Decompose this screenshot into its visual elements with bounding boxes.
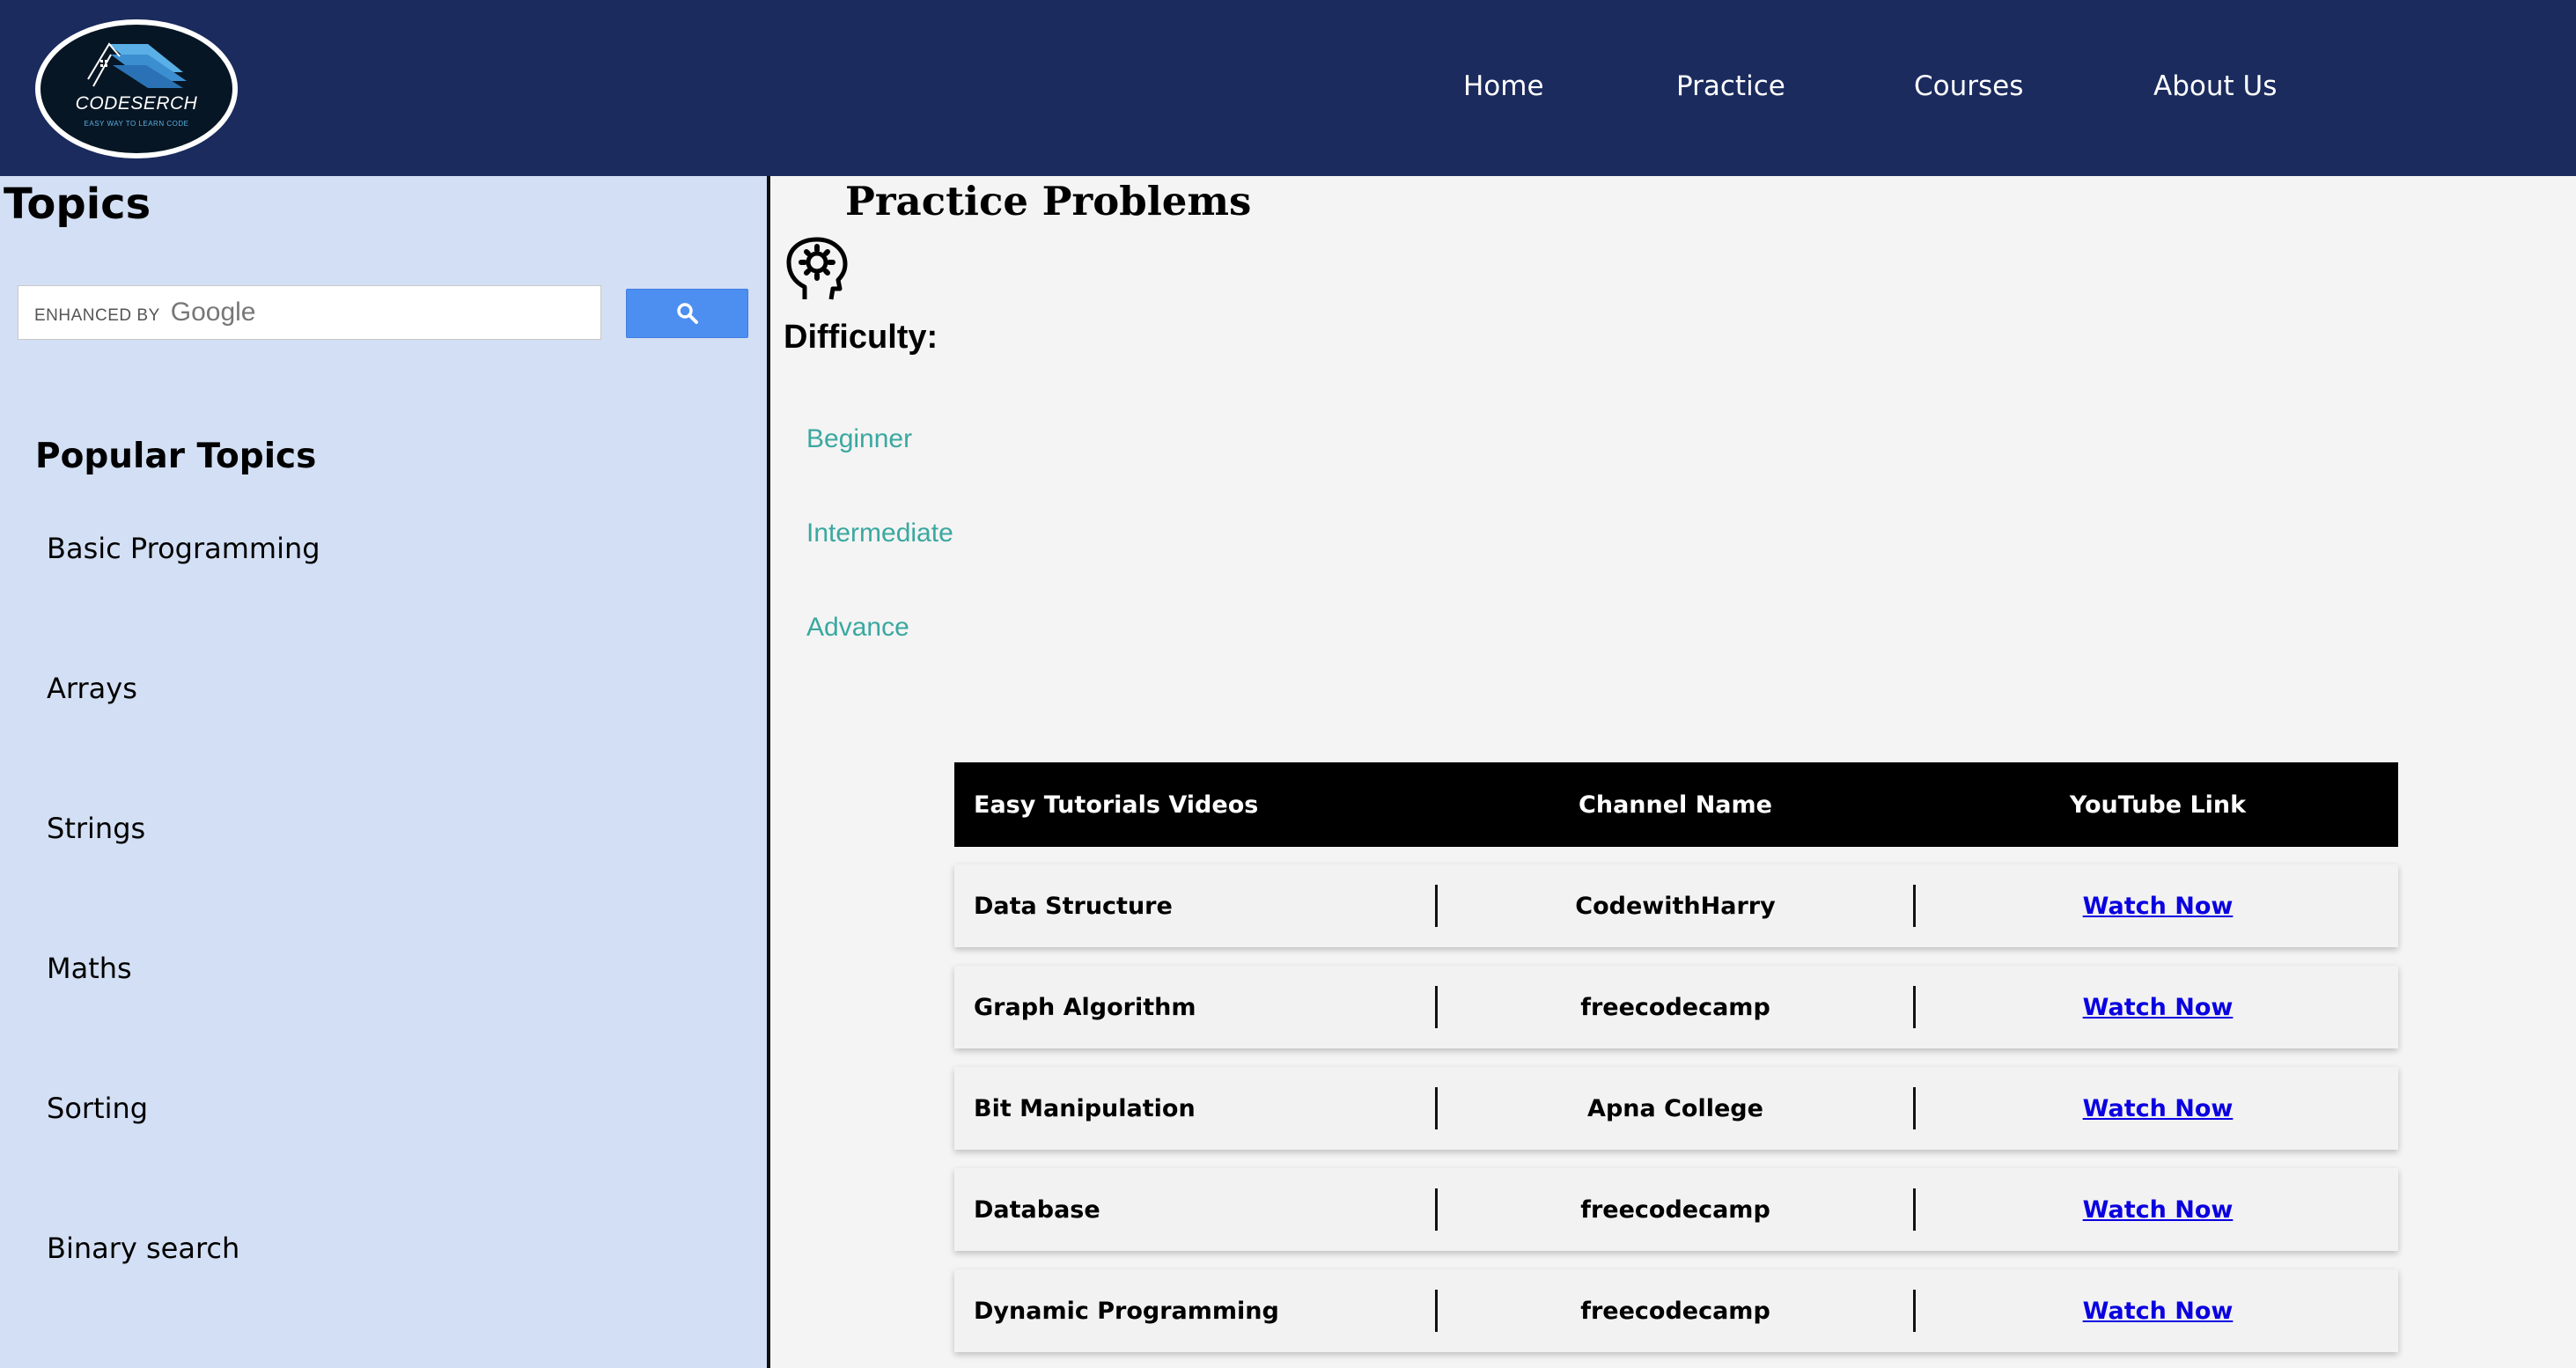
row-topic: Bit Manipulation [974, 1094, 1196, 1122]
row-channel: freecodecamp [1435, 1188, 1916, 1231]
logo-name: CODESERCH [75, 93, 198, 114]
nav-courses[interactable]: Courses [1914, 70, 2023, 102]
table-row: Bit Manipulation Apna College Watch Now [954, 1067, 2398, 1150]
row-link-cell: Watch Now [1917, 966, 2398, 1048]
topic-maths[interactable]: Maths [47, 952, 132, 985]
brain-gear-icon [786, 237, 848, 300]
level-beginner[interactable]: Beginner [806, 424, 912, 454]
topic-sorting[interactable]: Sorting [47, 1092, 148, 1125]
search-icon [676, 303, 698, 324]
topic-binary-search[interactable]: Binary search [47, 1232, 239, 1265]
page-title: Practice Problems [845, 178, 1252, 224]
site-logo[interactable]: CODESERCH EASY WAY TO LEARN CODE [35, 19, 238, 158]
row-link-cell: Watch Now [1917, 1269, 2398, 1352]
logo-book-icon [87, 42, 187, 88]
row-topic: Data Structure [974, 892, 1173, 920]
top-navbar: CODESERCH EASY WAY TO LEARN CODE Home Pr… [0, 0, 2576, 176]
row-channel: Apna College [1435, 1087, 1916, 1129]
search-button[interactable] [626, 289, 748, 338]
search-box[interactable]: ENHANCED BY Google [18, 285, 601, 340]
watch-now-link[interactable]: Watch Now [2083, 1095, 2234, 1122]
logo-tagline: EASY WAY TO LEARN CODE [84, 120, 189, 128]
row-link-cell: Watch Now [1917, 864, 2398, 947]
header-youtube-link: YouTube Link [2069, 791, 2247, 819]
table-row: Data Structure CodewithHarry Watch Now [954, 864, 2398, 947]
tutorials-table-header: Easy Tutorials Videos Channel Name YouTu… [954, 762, 2398, 847]
difficulty-label: Difficulty: [784, 319, 938, 356]
level-advance[interactable]: Advance [806, 613, 909, 643]
row-link-cell: Watch Now [1917, 1168, 2398, 1251]
nav-practice[interactable]: Practice [1676, 70, 1785, 102]
watch-now-link[interactable]: Watch Now [2083, 1298, 2234, 1325]
topic-basic-programming[interactable]: Basic Programming [47, 532, 320, 565]
table-row: Dynamic Programming freecodecamp Watch N… [954, 1269, 2398, 1352]
row-channel: freecodecamp [1435, 986, 1916, 1028]
watch-now-link[interactable]: Watch Now [2083, 893, 2234, 920]
topic-arrays[interactable]: Arrays [47, 672, 137, 705]
header-channel-name: Channel Name [1579, 791, 1772, 819]
topic-strings[interactable]: Strings [47, 812, 145, 845]
sidebar-title: Topics [4, 180, 151, 229]
topics-sidebar: Topics ENHANCED BY Google Popular Topics… [0, 176, 770, 1368]
row-topic: Graph Algorithm [974, 993, 1196, 1021]
row-topic: Dynamic Programming [974, 1297, 1279, 1325]
level-intermediate[interactable]: Intermediate [806, 519, 953, 548]
header-tutorial-videos: Easy Tutorials Videos [974, 791, 1259, 819]
watch-now-link[interactable]: Watch Now [2083, 994, 2234, 1021]
row-link-cell: Watch Now [1917, 1067, 2398, 1150]
row-topic: Database [974, 1195, 1100, 1224]
row-channel: freecodecamp [1435, 1290, 1916, 1332]
table-row: Graph Algorithm freecodecamp Watch Now [954, 966, 2398, 1048]
search-input[interactable] [18, 286, 600, 339]
nav-about-us[interactable]: About Us [2153, 70, 2277, 102]
table-row: Database freecodecamp Watch Now [954, 1168, 2398, 1251]
row-channel: CodewithHarry [1435, 885, 1916, 927]
popular-topics-heading: Popular Topics [35, 437, 317, 476]
watch-now-link[interactable]: Watch Now [2083, 1196, 2234, 1224]
nav-home[interactable]: Home [1463, 70, 1544, 102]
